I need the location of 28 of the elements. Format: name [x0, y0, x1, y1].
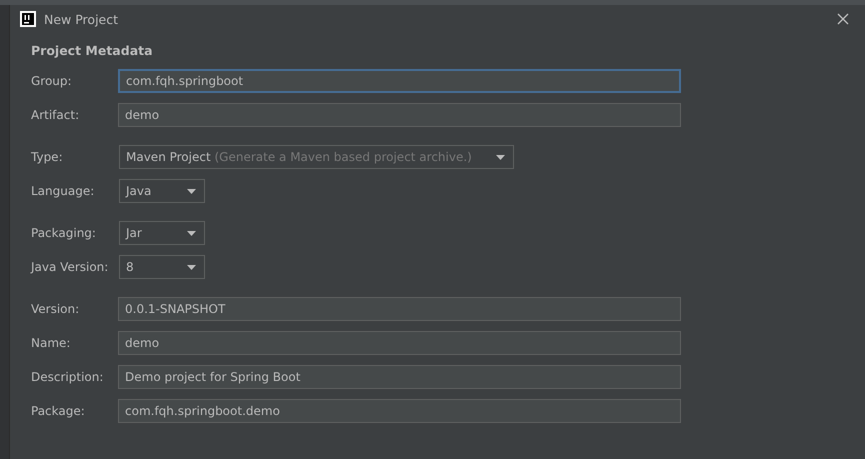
text-field[interactable]: demo — [118, 331, 681, 355]
field-label: Language: — [31, 184, 96, 198]
dropdown[interactable]: Jar — [119, 221, 205, 245]
caret-icon — [187, 230, 196, 236]
field-label: Type: — [31, 150, 64, 164]
field-label: Version: — [31, 302, 80, 316]
dropdown[interactable]: Java — [119, 179, 205, 203]
caret-icon — [187, 188, 196, 194]
field-label: Name: — [31, 336, 72, 350]
field-label: Package: — [31, 404, 86, 418]
text-field[interactable]: demo — [118, 103, 681, 127]
field-label: Java Version: — [31, 260, 110, 274]
field-label: Packaging: — [31, 226, 97, 240]
text-field[interactable]: com.fqh.springboot.demo — [118, 399, 681, 423]
app-logo-icon — [20, 11, 36, 27]
caret-icon — [187, 264, 196, 270]
text-field[interactable]: Demo project for Spring Boot — [118, 365, 681, 389]
close-icon[interactable] — [837, 13, 849, 25]
section-title: Project Metadata — [31, 43, 154, 58]
field-label: Description: — [31, 370, 104, 384]
field-label: Artifact: — [31, 108, 80, 122]
dropdown[interactable]: 8 — [119, 255, 205, 279]
field-label: Group: — [31, 74, 73, 88]
caret-icon — [496, 154, 505, 160]
window-title: New Project — [44, 12, 120, 26]
text-field[interactable]: com.fqh.springboot — [118, 69, 681, 93]
text-field[interactable]: 0.0.1-SNAPSHOT — [118, 297, 681, 321]
dropdown[interactable]: Maven Project (Generate a Maven based project archive.) — [119, 145, 514, 169]
